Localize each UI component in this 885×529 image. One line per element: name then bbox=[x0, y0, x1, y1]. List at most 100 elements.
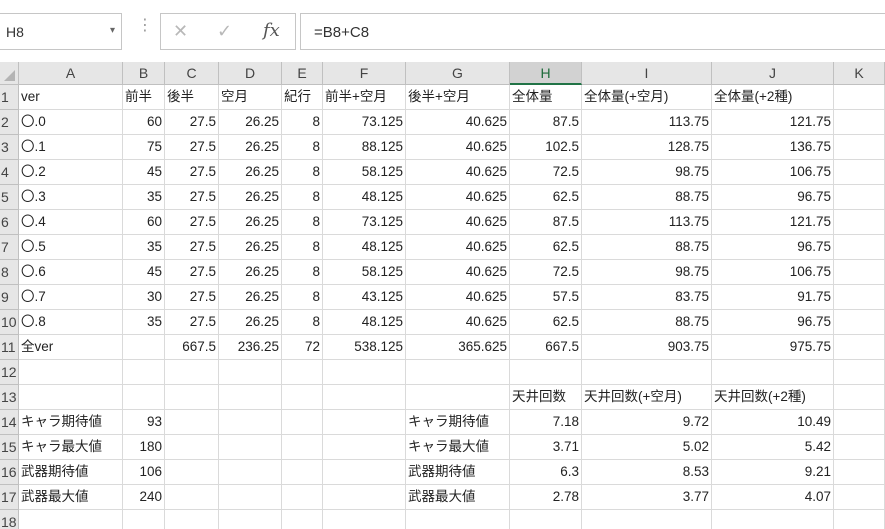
cell-e3[interactable]: 8 bbox=[282, 135, 323, 160]
cell-g14[interactable]: キャラ期待値 bbox=[406, 410, 510, 435]
cell-e7[interactable]: 8 bbox=[282, 235, 323, 260]
cell-h13[interactable]: 天井回数 bbox=[510, 385, 582, 410]
cell-j5[interactable]: 96.75 bbox=[712, 185, 834, 210]
cell-c15[interactable] bbox=[165, 435, 219, 460]
cell-c13[interactable] bbox=[165, 385, 219, 410]
cell-k17[interactable] bbox=[834, 485, 885, 510]
cell-i5[interactable]: 88.75 bbox=[582, 185, 712, 210]
enter-icon[interactable]: ✓ bbox=[217, 21, 232, 41]
cell-f8[interactable]: 58.125 bbox=[323, 260, 406, 285]
cell-k14[interactable] bbox=[834, 410, 885, 435]
cell-i18[interactable] bbox=[582, 510, 712, 529]
cell-f9[interactable]: 43.125 bbox=[323, 285, 406, 310]
cell-k8[interactable] bbox=[834, 260, 885, 285]
row-header-2[interactable]: 2 bbox=[0, 110, 19, 135]
row-header-16[interactable]: 16 bbox=[0, 460, 19, 485]
cell-k4[interactable] bbox=[834, 160, 885, 185]
cell-g7[interactable]: 40.625 bbox=[406, 235, 510, 260]
cell-h4[interactable]: 72.5 bbox=[510, 160, 582, 185]
cell-a12[interactable] bbox=[19, 360, 123, 385]
cell-h2[interactable]: 87.5 bbox=[510, 110, 582, 135]
cell-c17[interactable] bbox=[165, 485, 219, 510]
cell-k13[interactable] bbox=[834, 385, 885, 410]
cell-f11[interactable]: 538.125 bbox=[323, 335, 406, 360]
cell-b4[interactable]: 45 bbox=[123, 160, 165, 185]
cell-h14[interactable]: 7.18 bbox=[510, 410, 582, 435]
cell-a10[interactable]: 〇.8 bbox=[19, 310, 123, 335]
cell-e15[interactable] bbox=[282, 435, 323, 460]
column-header-f[interactable]: F bbox=[323, 62, 406, 85]
cell-b6[interactable]: 60 bbox=[123, 210, 165, 235]
cell-a3[interactable]: 〇.1 bbox=[19, 135, 123, 160]
cell-g2[interactable]: 40.625 bbox=[406, 110, 510, 135]
cell-j13[interactable]: 天井回数(+2種) bbox=[712, 385, 834, 410]
cell-a16[interactable]: 武器期待値 bbox=[19, 460, 123, 485]
cell-e4[interactable]: 8 bbox=[282, 160, 323, 185]
cell-i9[interactable]: 83.75 bbox=[582, 285, 712, 310]
row-header-10[interactable]: 10 bbox=[0, 310, 19, 335]
cell-g11[interactable]: 365.625 bbox=[406, 335, 510, 360]
cell-h5[interactable]: 62.5 bbox=[510, 185, 582, 210]
cell-b10[interactable]: 35 bbox=[123, 310, 165, 335]
cell-j3[interactable]: 136.75 bbox=[712, 135, 834, 160]
row-header-14[interactable]: 14 bbox=[0, 410, 19, 435]
cell-c2[interactable]: 27.5 bbox=[165, 110, 219, 135]
column-header-b[interactable]: B bbox=[123, 62, 165, 85]
cell-f14[interactable] bbox=[323, 410, 406, 435]
cell-b8[interactable]: 45 bbox=[123, 260, 165, 285]
cell-c9[interactable]: 27.5 bbox=[165, 285, 219, 310]
cell-c1[interactable]: 後半 bbox=[165, 85, 219, 110]
cell-c12[interactable] bbox=[165, 360, 219, 385]
cell-i2[interactable]: 113.75 bbox=[582, 110, 712, 135]
cell-e12[interactable] bbox=[282, 360, 323, 385]
cell-a5[interactable]: 〇.3 bbox=[19, 185, 123, 210]
row-header-15[interactable]: 15 bbox=[0, 435, 19, 460]
cell-a7[interactable]: 〇.5 bbox=[19, 235, 123, 260]
cell-g13[interactable] bbox=[406, 385, 510, 410]
cell-d14[interactable] bbox=[219, 410, 282, 435]
row-header-8[interactable]: 8 bbox=[0, 260, 19, 285]
cell-k6[interactable] bbox=[834, 210, 885, 235]
cell-f10[interactable]: 48.125 bbox=[323, 310, 406, 335]
column-header-d[interactable]: D bbox=[219, 62, 282, 85]
cell-k11[interactable] bbox=[834, 335, 885, 360]
cell-b12[interactable] bbox=[123, 360, 165, 385]
cell-h17[interactable]: 2.78 bbox=[510, 485, 582, 510]
cell-d9[interactable]: 26.25 bbox=[219, 285, 282, 310]
cell-i16[interactable]: 8.53 bbox=[582, 460, 712, 485]
row-header-11[interactable]: 11 bbox=[0, 335, 19, 360]
cell-j11[interactable]: 975.75 bbox=[712, 335, 834, 360]
cell-i1[interactable]: 全体量(+空月) bbox=[582, 85, 712, 110]
formula-input[interactable]: =B8+C8 bbox=[300, 13, 885, 50]
row-header-17[interactable]: 17 bbox=[0, 485, 19, 510]
cell-e11[interactable]: 72 bbox=[282, 335, 323, 360]
cell-k15[interactable] bbox=[834, 435, 885, 460]
cell-f15[interactable] bbox=[323, 435, 406, 460]
cell-k1[interactable] bbox=[834, 85, 885, 110]
cell-b5[interactable]: 35 bbox=[123, 185, 165, 210]
cell-e2[interactable]: 8 bbox=[282, 110, 323, 135]
cell-i10[interactable]: 88.75 bbox=[582, 310, 712, 335]
cell-f6[interactable]: 73.125 bbox=[323, 210, 406, 235]
row-header-13[interactable]: 13 bbox=[0, 385, 19, 410]
cell-j18[interactable] bbox=[712, 510, 834, 529]
cell-k2[interactable] bbox=[834, 110, 885, 135]
cell-i15[interactable]: 5.02 bbox=[582, 435, 712, 460]
insert-function-icon[interactable]: fx bbox=[263, 21, 280, 41]
cell-b15[interactable]: 180 bbox=[123, 435, 165, 460]
select-all-button[interactable] bbox=[0, 62, 19, 85]
cancel-icon[interactable]: ✕ bbox=[173, 21, 188, 41]
cell-b18[interactable] bbox=[123, 510, 165, 529]
cell-k7[interactable] bbox=[834, 235, 885, 260]
cell-k16[interactable] bbox=[834, 460, 885, 485]
cell-c3[interactable]: 27.5 bbox=[165, 135, 219, 160]
cell-k5[interactable] bbox=[834, 185, 885, 210]
cell-j17[interactable]: 4.07 bbox=[712, 485, 834, 510]
cell-i8[interactable]: 98.75 bbox=[582, 260, 712, 285]
cell-e13[interactable] bbox=[282, 385, 323, 410]
column-header-k[interactable]: K bbox=[834, 62, 885, 85]
cell-g9[interactable]: 40.625 bbox=[406, 285, 510, 310]
cell-b17[interactable]: 240 bbox=[123, 485, 165, 510]
cell-c11[interactable]: 667.5 bbox=[165, 335, 219, 360]
cell-d5[interactable]: 26.25 bbox=[219, 185, 282, 210]
